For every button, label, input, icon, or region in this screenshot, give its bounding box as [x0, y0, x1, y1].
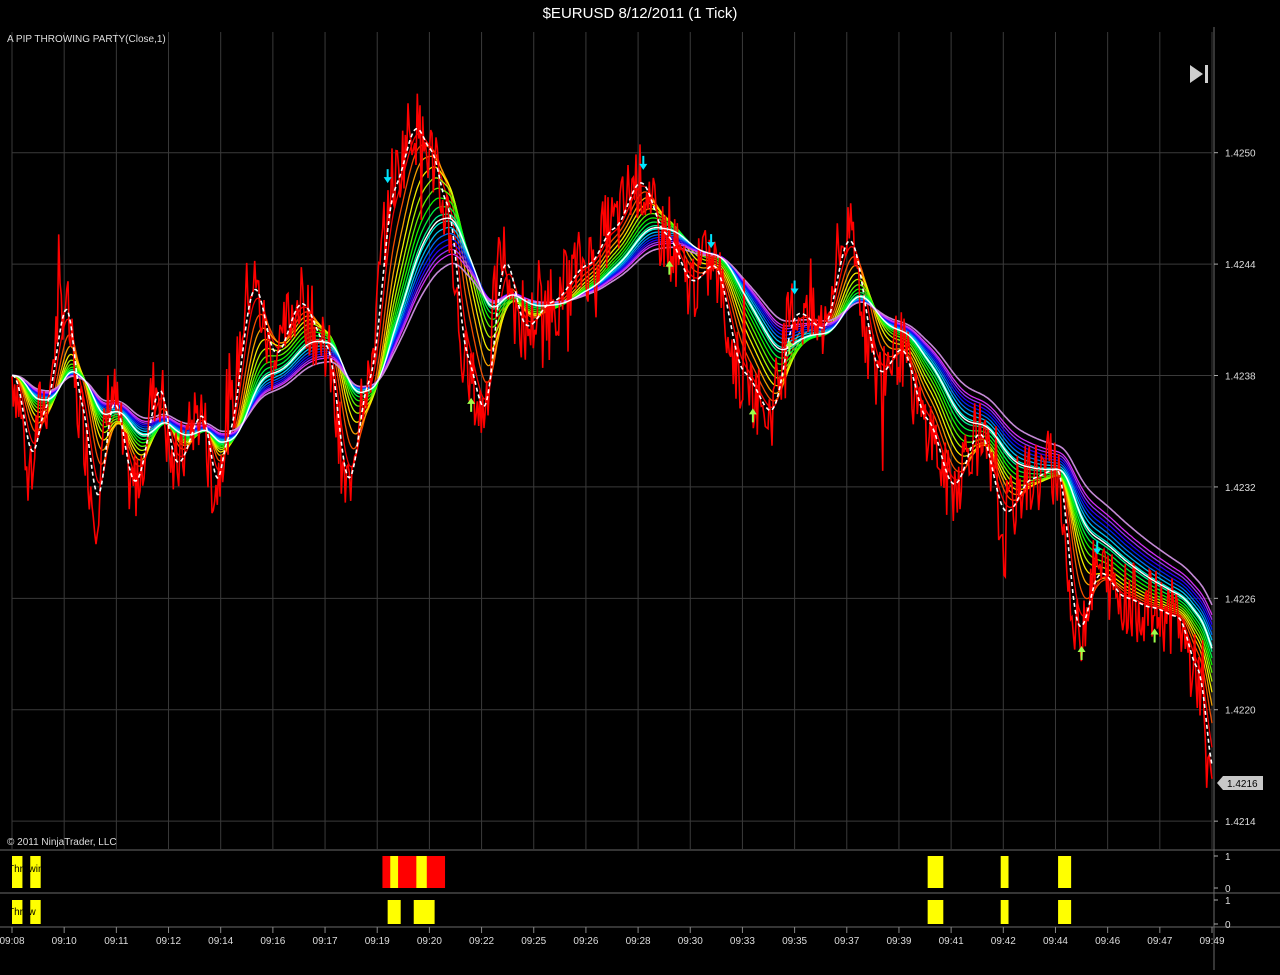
throw-signal-bar: [387, 900, 401, 924]
price-tick-label: 1.4238: [1225, 372, 1256, 383]
subpanel-tick-label: 1: [1225, 852, 1231, 863]
copyright-label: © 2011 NinjaTrader, LLC: [7, 837, 117, 848]
time-tick-label: 09:47: [1147, 936, 1172, 947]
window-title: $EURUSD 8/12/2011 (1 Tick): [542, 5, 738, 22]
throwing-signal-bar: [390, 856, 399, 888]
throwing-signal-bar: [927, 856, 944, 888]
time-tick-label: 09:10: [52, 936, 77, 947]
time-tick-label: 09:42: [991, 936, 1016, 947]
time-tick-label: 09:19: [365, 936, 390, 947]
subpanel-tick-label: 1: [1225, 896, 1231, 907]
time-tick-label: 09:14: [208, 936, 233, 947]
time-tick-label: 09:11: [104, 936, 129, 947]
throwing-signal-bar: [1000, 856, 1009, 888]
last-price-tag: 1.4216: [1217, 776, 1263, 790]
window-title-bar: $EURUSD 8/12/2011 (1 Tick): [0, 0, 1280, 27]
subpanel-throw-label: Throw: [8, 907, 37, 918]
time-tick-label: 09:25: [521, 936, 546, 947]
price-chart[interactable]: 1.4250 1.4244 1.4238 1.4232 1.4226 1.4220 1.42…: [0, 27, 1280, 970]
time-tick-label: 09:26: [573, 936, 598, 947]
indicator-label: A PIP THROWING PARTY(Close,1): [7, 34, 166, 45]
last-price-label: 1.4216: [1227, 779, 1258, 790]
time-tick-label: 09:22: [469, 936, 494, 947]
price-tick-label: 1.4232: [1225, 483, 1256, 494]
subpanel-throwing-label: Throwing: [8, 864, 49, 875]
throw-signal-bar: [927, 900, 944, 924]
time-tick-label: 09:20: [417, 936, 442, 947]
price-tick-label: 1.4220: [1225, 706, 1256, 717]
scroll-to-end-icon[interactable]: [1187, 63, 1213, 85]
price-tick-label: 1.4226: [1225, 594, 1256, 605]
time-tick-label: 09:12: [156, 936, 181, 947]
time-tick-label: 09:17: [313, 936, 338, 947]
time-tick-label: 09:46: [1095, 936, 1120, 947]
price-tick-label: 1.4214: [1225, 817, 1256, 828]
time-tick-label: 09:16: [260, 936, 285, 947]
time-tick-label: 09:28: [626, 936, 651, 947]
price-tick-label: 1.4250: [1225, 149, 1256, 160]
chart-frame[interactable]: 1.4250 1.4244 1.4238 1.4232 1.4226 1.4220 1.42…: [0, 27, 1280, 970]
time-tick-label: 09:37: [834, 936, 859, 947]
throw-signal-bar: [1000, 900, 1009, 924]
subpanel-tick-label: 0: [1225, 920, 1231, 931]
throw-signal-bar: [1058, 900, 1072, 924]
subpanel-tick-label: 0: [1225, 884, 1231, 895]
time-tick-label: 09:41: [939, 936, 964, 947]
time-tick-label: 09:35: [782, 936, 807, 947]
throwing-signal-bar: [416, 856, 427, 888]
time-tick-label: 09:44: [1043, 936, 1068, 947]
time-tick-label: 09:39: [886, 936, 911, 947]
throw-signal-bar: [413, 900, 435, 924]
price-tick-label: 1.4244: [1225, 260, 1256, 271]
time-tick-label: 09:30: [678, 936, 703, 947]
time-tick-label: 09:33: [730, 936, 755, 947]
throwing-signal-bar: [1058, 856, 1072, 888]
time-tick-label: 09:08: [0, 936, 25, 947]
time-tick-label: 09:49: [1199, 936, 1224, 947]
